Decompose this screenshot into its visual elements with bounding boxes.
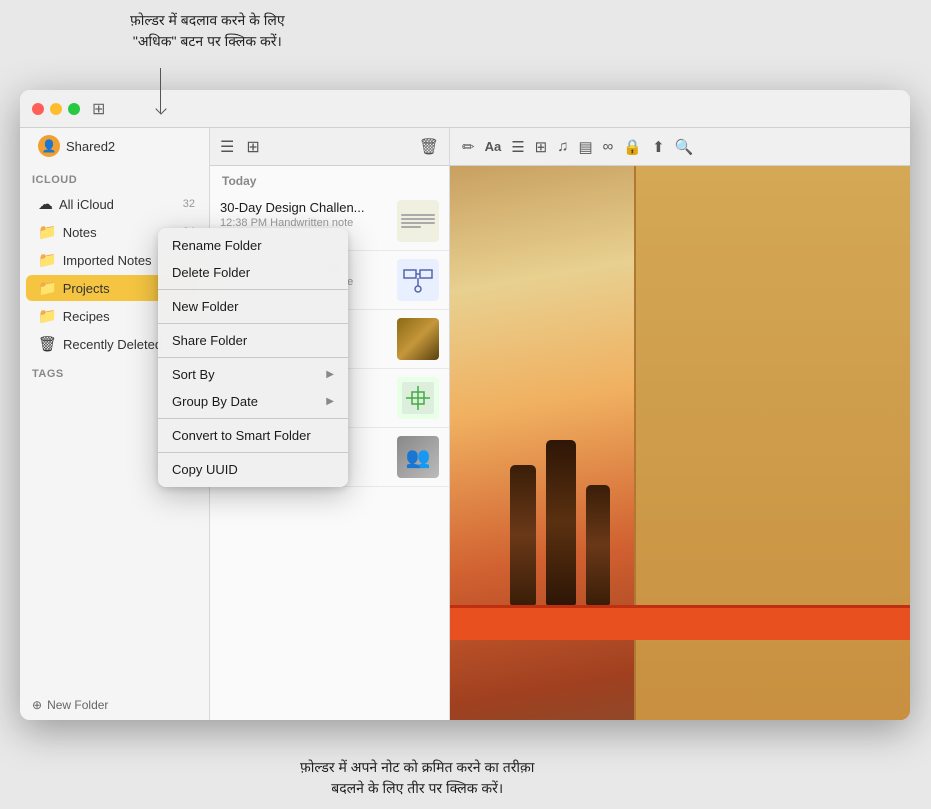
sidebar-item-all-icloud[interactable]: ☁ All iCloud 32 [26, 191, 203, 217]
menu-separator-5 [158, 452, 348, 453]
trash-icon[interactable]: 🗑 [419, 137, 439, 157]
new-folder-button[interactable]: ⊕ New Folder [20, 690, 209, 720]
sidebar-projects-label: Projects [63, 281, 110, 296]
traffic-lights [32, 103, 80, 115]
titlebar: ⊞ [20, 90, 910, 128]
bottles-group [510, 440, 610, 605]
note-thumb-5: 👥 [397, 436, 439, 478]
new-note-icon[interactable]: ✏ [462, 138, 475, 156]
menu-item-rename-folder[interactable]: Rename Folder [158, 232, 348, 259]
share-icon[interactable]: ⬆ [652, 138, 665, 156]
table-icon[interactable]: ⊞ [535, 138, 548, 156]
note-thumb-2 [397, 259, 439, 301]
note-info-1: 30-Day Design Challen... 12:38 PM Handwr… [220, 200, 389, 229]
lock-icon[interactable]: 🔒 [623, 138, 642, 156]
group-by-date-chevron-icon: ▶ [326, 396, 334, 407]
detail-image [450, 166, 910, 720]
note-detail: ✏ Aa ☰ ⊞ ♫ ▤ ∞ 🔒 ⬆ 🔍 [450, 128, 910, 720]
sidebar-all-icloud-label: All iCloud [59, 197, 114, 212]
all-icloud-icon: ☁ [38, 195, 53, 213]
main-window: ⊞ 👤 Shared 2 iCloud ☁ All iCloud 32 📁 No… [20, 90, 910, 720]
note-thumb-1 [397, 200, 439, 242]
link-icon[interactable]: ∞ [603, 138, 614, 155]
checklist-icon[interactable]: ☰ [511, 138, 524, 156]
sidebar-recipes-label: Recipes [63, 309, 110, 324]
menu-separator-1 [158, 289, 348, 290]
content-area: 👤 Shared 2 iCloud ☁ All iCloud 32 📁 Note… [20, 128, 910, 720]
context-menu: Rename Folder Delete Folder New Folder S… [158, 228, 348, 487]
grid-view-icon[interactable]: ⊞ [246, 137, 259, 157]
sidebar-item-shared[interactable]: 👤 Shared 2 [26, 129, 203, 163]
bottle-1 [510, 465, 536, 605]
minimize-button[interactable] [50, 103, 62, 115]
menu-item-group-by-date[interactable]: Group By Date ▶ [158, 388, 348, 415]
menu-separator-2 [158, 323, 348, 324]
sort-by-chevron-icon: ▶ [326, 369, 334, 380]
menu-item-sort-by[interactable]: Sort By ▶ [158, 361, 348, 388]
projects-folder-icon: 📁 [38, 279, 57, 297]
note-thumb-4 [397, 377, 439, 419]
close-button[interactable] [32, 103, 44, 115]
search-icon[interactable]: 🔍 [675, 138, 694, 156]
menu-separator-3 [158, 357, 348, 358]
detail-toolbar: ✏ Aa ☰ ⊞ ♫ ▤ ∞ 🔒 ⬆ 🔍 [450, 128, 910, 166]
sidebar-shared-count: 2 [108, 139, 115, 154]
notes-folder-icon: 📁 [38, 223, 57, 241]
new-folder-plus-icon: ⊕ [32, 698, 42, 712]
menu-item-copy-uuid[interactable]: Copy UUID [158, 456, 348, 483]
notes-toolbar: ☰ ⊞ 🗑 [210, 128, 449, 166]
recipes-folder-icon: 📁 [38, 307, 57, 325]
photo-icon[interactable]: ▤ [578, 138, 592, 156]
sidebar-notes-label: Notes [63, 225, 97, 240]
format-icon[interactable]: Aa [485, 139, 502, 154]
menu-item-delete-folder[interactable]: Delete Folder [158, 259, 348, 286]
annotation-bottom: फ़ोल्डर में अपने नोट को क्रमित करने का त… [300, 757, 534, 799]
recently-deleted-icon: 🗑 [38, 335, 57, 353]
sidebar-icloud-header: iCloud [20, 164, 209, 190]
note-title-1: 30-Day Design Challen... [220, 200, 389, 215]
bottle-3 [586, 485, 610, 605]
sidebar-recently-deleted-label: Recently Deleted [63, 337, 162, 352]
note-thumb-3 [397, 318, 439, 360]
menu-item-share-folder[interactable]: Share Folder [158, 327, 348, 354]
shelf [450, 605, 910, 640]
list-view-icon[interactable]: ☰ [220, 137, 234, 157]
audio-icon[interactable]: ♫ [557, 138, 568, 155]
sidebar-all-icloud-count: 32 [183, 198, 195, 210]
sidebar-toggle-icon[interactable]: ⊞ [92, 99, 105, 119]
shared-person-icon: 👤 [38, 135, 60, 157]
sidebar-shared-label: Shared [66, 139, 108, 154]
imported-notes-icon: 📁 [38, 251, 57, 269]
maximize-button[interactable] [68, 103, 80, 115]
menu-item-convert-smart[interactable]: Convert to Smart Folder [158, 422, 348, 449]
bottle-2 [546, 440, 576, 605]
annotation-top: फ़ोल्डर में बदलाव करने के लिए "अधिक" बटन… [130, 10, 285, 52]
notes-date-header: Today [210, 166, 449, 192]
menu-separator-4 [158, 418, 348, 419]
annotation-arrow-line [160, 68, 161, 113]
sidebar-imported-label: Imported Notes [63, 253, 152, 268]
menu-item-new-folder[interactable]: New Folder [158, 293, 348, 320]
new-folder-label: New Folder [47, 698, 108, 712]
